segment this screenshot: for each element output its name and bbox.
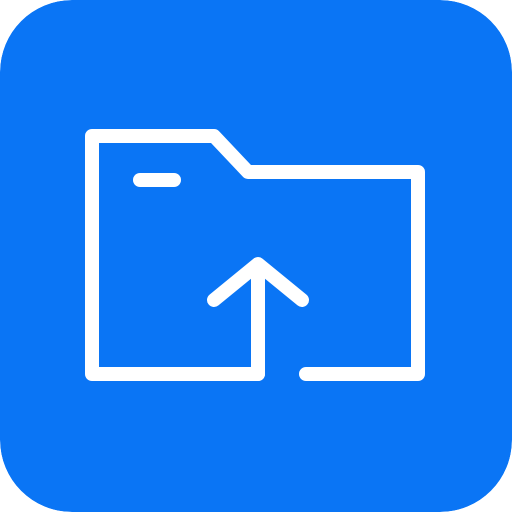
app-icon-tile[interactable] (0, 0, 512, 512)
tile-background (0, 0, 512, 512)
folder-upload-icon (0, 0, 512, 512)
